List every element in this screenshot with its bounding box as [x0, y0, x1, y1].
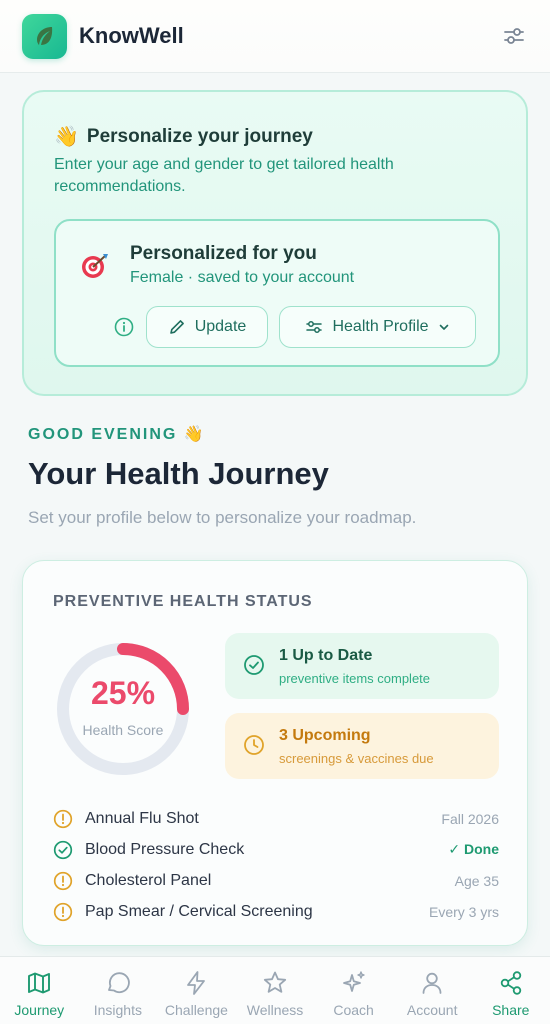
- filter-settings-button[interactable]: [498, 20, 530, 52]
- up-to-date-title: 1 Up to Date: [279, 647, 373, 664]
- nav-item-account[interactable]: Account: [393, 957, 472, 1024]
- nav-label: Challenge: [164, 1002, 228, 1018]
- greeting-emoji: 👋: [183, 426, 206, 443]
- health-score-value: 25%: [90, 675, 156, 711]
- sparkles-icon: [342, 971, 365, 992]
- nav-item-insights[interactable]: Insights: [79, 957, 158, 1024]
- clock-icon: [244, 735, 264, 755]
- nav-label: Coach: [333, 1002, 374, 1018]
- item-label: Annual Flu Shot: [85, 809, 199, 827]
- update-label: Update: [194, 318, 247, 335]
- list-item[interactable]: Blood Pressure Check ✓ Done: [53, 834, 499, 865]
- up-to-date-subtitle: preventive items complete: [279, 671, 431, 686]
- status-card-title: PREVENTIVE HEALTH STATUS: [53, 593, 313, 610]
- update-button[interactable]: Update: [146, 306, 268, 348]
- user-icon: [422, 972, 442, 994]
- app-header: KnowWell: [0, 0, 550, 73]
- preventive-items-list: Annual Flu Shot Fall 2026 Blood Pressure…: [53, 803, 499, 927]
- item-meta: Fall 2026: [441, 810, 499, 827]
- item-label: Pap Smear / Cervical Screening: [85, 902, 313, 920]
- greeting-text: GOOD EVENING: [28, 426, 178, 443]
- list-item[interactable]: Cholesterol Panel Age 35: [53, 865, 499, 896]
- page-subtitle: Set your profile below to personalize yo…: [28, 508, 417, 527]
- chat-bubble-icon: [107, 972, 130, 994]
- nav-item-share[interactable]: Share: [471, 957, 550, 1024]
- preventive-status-card: PREVENTIVE HEALTH STATUS 25% Health Scor…: [22, 560, 528, 946]
- health-profile-dropdown[interactable]: Health Profile: [279, 306, 476, 348]
- up-to-date-summary[interactable]: 1 Up to Date preventive items complete: [225, 633, 499, 699]
- health-profile-label: Health Profile: [332, 318, 429, 335]
- sliders-icon: [504, 28, 524, 44]
- item-meta: Age 35: [454, 872, 499, 889]
- personalized-profile-card: Personalized for you Female · saved to y…: [54, 219, 500, 367]
- list-item[interactable]: Pap Smear / Cervical Screening Every 3 y…: [53, 896, 499, 927]
- item-label: Blood Pressure Check: [85, 840, 245, 858]
- personalize-card: 👋 Personalize your journey Enter your ag…: [22, 90, 528, 396]
- nav-label: Journey: [14, 1002, 65, 1018]
- nav-label: Insights: [93, 1002, 142, 1018]
- sliders-icon: [306, 321, 323, 333]
- upcoming-title: 3 Upcoming: [279, 727, 371, 744]
- nav-item-challenge[interactable]: Challenge: [157, 957, 236, 1024]
- nav-label: Share: [492, 1002, 530, 1018]
- nav-item-wellness[interactable]: Wellness: [236, 957, 315, 1024]
- health-score-label: Health Score: [82, 722, 164, 738]
- alert-circle-icon: [53, 902, 73, 921]
- bottom-nav: Journey Insights Challenge Wellness Coac…: [0, 956, 550, 1024]
- alert-circle-icon: [53, 871, 73, 890]
- item-label: Cholesterol Panel: [85, 871, 212, 889]
- list-item[interactable]: Annual Flu Shot Fall 2026: [53, 803, 499, 834]
- app-title: KnowWell: [79, 23, 184, 48]
- check-circle-icon: [53, 840, 73, 859]
- personalize-subtitle: Enter your age and gender to get tailore…: [54, 156, 394, 195]
- profile-title: Personalized for you: [130, 243, 317, 264]
- nav-item-coach[interactable]: Coach: [314, 957, 393, 1024]
- nav-label: Account: [406, 1002, 458, 1018]
- app-logo: [22, 13, 67, 59]
- profile-subtitle: Female · saved to your account: [130, 269, 355, 286]
- personalize-title: Personalize your journey: [86, 125, 313, 147]
- greeting: GOOD EVENING 👋: [28, 424, 206, 444]
- upcoming-subtitle: screenings & vaccines due: [279, 751, 434, 766]
- nav-item-journey[interactable]: Journey: [0, 957, 79, 1024]
- map-icon: [28, 972, 51, 994]
- lightning-icon: [187, 971, 206, 995]
- target-icon: [80, 251, 110, 288]
- item-meta: Every 3 yrs: [428, 903, 499, 920]
- leaf-icon: [36, 27, 52, 45]
- check-circle-icon: [244, 655, 264, 675]
- upcoming-summary[interactable]: 3 Upcoming screenings & vaccines due: [225, 713, 499, 779]
- item-status-done: ✓ Done: [448, 841, 499, 857]
- pencil-icon: [169, 320, 184, 334]
- alert-circle-icon: [53, 809, 73, 828]
- info-icon[interactable]: [114, 317, 134, 337]
- wave-icon: 👋: [54, 126, 79, 148]
- star-icon: [263, 971, 287, 993]
- nav-label: Wellness: [246, 1002, 304, 1018]
- chevron-down-icon: [439, 324, 448, 330]
- share-icon: [500, 971, 521, 995]
- page-title: Your Health Journey: [28, 456, 329, 491]
